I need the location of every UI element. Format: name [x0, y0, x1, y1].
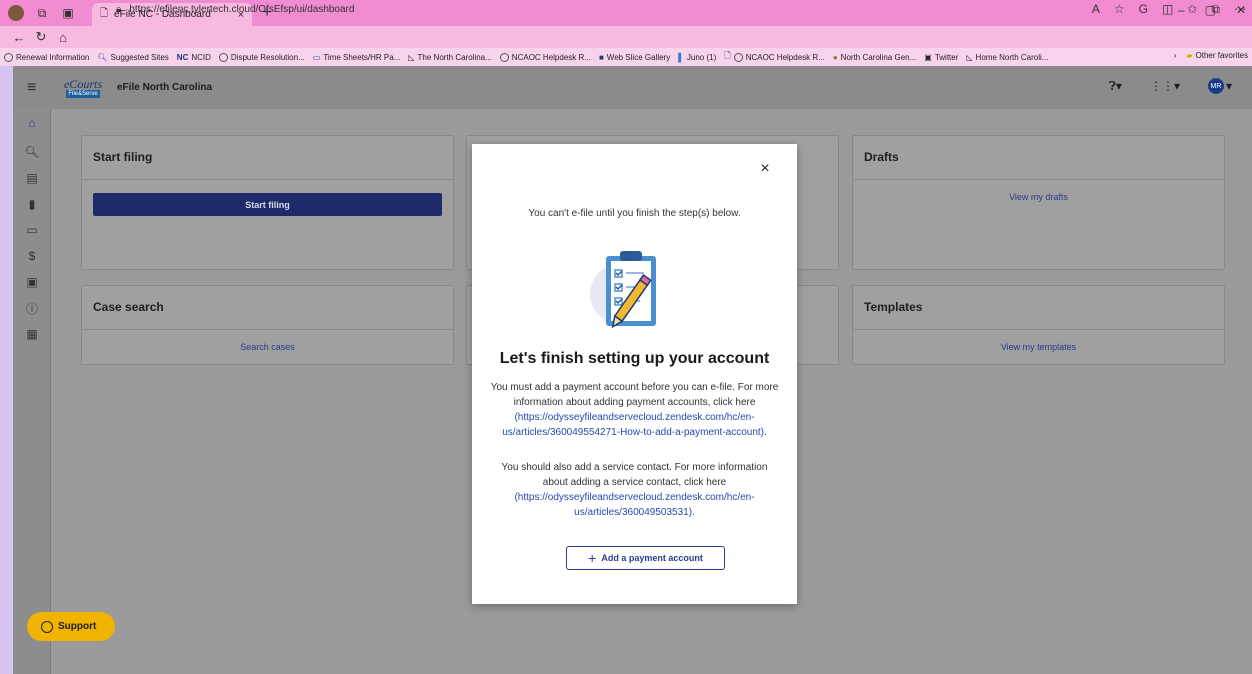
favorites-bar: Renewal Information 🔍︎ Suggested Sites NC…: [0, 48, 1252, 66]
lock-icon[interactable]: 🔒︎: [116, 4, 121, 15]
bookmark-item[interactable]: NCAOC Helpdesk R...: [499, 52, 591, 62]
folder-icon: ▰: [1186, 51, 1193, 60]
menu-icon[interactable]: ≡: [27, 79, 43, 97]
refresh-icon[interactable]: ↻: [30, 29, 52, 45]
ncid-icon: NC: [176, 52, 189, 62]
page-icon: [499, 52, 509, 62]
page-icon: 🗋: [100, 8, 109, 19]
plus-icon: +: [588, 550, 597, 566]
card-title: Templates: [853, 286, 1224, 330]
tab-actions-icon[interactable]: ▣: [60, 5, 76, 21]
nc-seal-icon: ●: [832, 52, 838, 62]
case-search-card: Case search Search cases: [81, 285, 454, 365]
extension-icon[interactable]: G: [1139, 2, 1148, 17]
checklist-illustration-icon: [590, 251, 656, 329]
payment-info-body: You must add a payment account before yo…: [490, 382, 779, 408]
search-icon: 🔍︎: [97, 52, 108, 62]
profile-avatar[interactable]: [8, 5, 24, 21]
app-title: eFile North Carolina: [117, 82, 213, 93]
twitter-icon: ▣: [924, 52, 932, 62]
payment-icon[interactable]: $: [24, 248, 40, 264]
home-icon[interactable]: ⌂: [52, 30, 74, 45]
page-icon: [218, 52, 228, 62]
service-contact-help-link[interactable]: (https://odysseyfileandservecloud.zendes…: [514, 492, 754, 518]
page-icon: [733, 52, 743, 62]
payment-info-text: You must add a payment account before yo…: [490, 380, 779, 440]
service-contact-text: You should also add a service contact. F…: [490, 460, 779, 520]
triangle-logo-icon: ◺: [408, 52, 415, 62]
ecourts-logo[interactable]: eCourts File&Serve: [59, 77, 107, 99]
juno-icon: ▌: [678, 52, 684, 62]
more-icon[interactable]: ⋯: [1234, 2, 1246, 17]
bookmark-item[interactable]: Dispute Resolution...: [218, 52, 305, 62]
back-icon[interactable]: ←: [8, 30, 30, 45]
search-cases-link[interactable]: Search cases: [82, 330, 453, 364]
bookmark-item[interactable]: 🔍︎ Suggested Sites: [97, 53, 168, 62]
add-payment-account-button[interactable]: + Add a payment account: [566, 546, 725, 570]
other-favorites[interactable]: ▰ Other favorites: [1186, 51, 1248, 60]
payment-help-link[interactable]: (https://odysseyfileandservecloud.zendes…: [502, 412, 767, 438]
web-slice-icon: ■: [598, 52, 604, 62]
url-text: https://efilenc.tylertech.cloud/OfsEfsp/…: [129, 4, 355, 15]
card-title: Start filing: [82, 136, 453, 180]
triangle-logo-icon: ◺: [966, 52, 973, 62]
bookmark-item[interactable]: ■ Web Slice Gallery: [599, 53, 670, 62]
workspaces-icon[interactable]: ⧉: [34, 5, 50, 21]
avatar: MR: [1207, 78, 1224, 94]
contacts-icon[interactable]: ▣: [24, 274, 40, 290]
chevron-right-icon[interactable]: ›: [1174, 51, 1177, 60]
browser-actions: A ☆ G ◫ ✩ ⧉ ⋯: [1092, 2, 1246, 17]
help-icon[interactable]: ❓︎▾: [1109, 79, 1122, 94]
timesheet-icon: ▭: [312, 52, 321, 62]
home-icon[interactable]: ⌂: [24, 115, 40, 131]
bookmark-item[interactable]: ▌ Juno (1): [678, 53, 716, 62]
info-icon[interactable]: ⓘ: [24, 300, 40, 316]
dialog-title: Let's finish setting up your account: [499, 350, 770, 367]
chevron-down-icon: ▾: [1225, 79, 1232, 93]
bookmark-item[interactable]: Renewal Information: [4, 52, 89, 62]
sidebar: ⌂ 🔍︎ ▤ ▮ ▭ $ ▣ ⓘ ▦: [13, 109, 51, 674]
url-field[interactable]: 🔒︎ https://efilenc.tylertech.cloud/OfsEf…: [116, 4, 354, 15]
start-filing-card: Start filing Click the START FILING butt…: [81, 135, 454, 270]
card-title: Case search: [82, 286, 453, 330]
bookmark-item[interactable]: ● North Carolina Gen...: [833, 53, 916, 62]
read-aloud-icon[interactable]: A: [1092, 2, 1100, 17]
templates-card: Templates View my templates: [852, 285, 1225, 365]
favorite-star-icon[interactable]: ☆: [1114, 2, 1125, 17]
chat-bubble-icon: [41, 620, 53, 633]
app-header: ≡ eCourts File&Serve eFile North Carolin…: [13, 66, 1252, 109]
collections-icon[interactable]: ⧉: [1211, 2, 1220, 17]
bookmark-item[interactable]: NC NCID: [177, 53, 211, 62]
user-menu[interactable]: MR ▾: [1207, 78, 1232, 94]
view-templates-link[interactable]: View my templates: [853, 330, 1224, 364]
view-drafts-link[interactable]: View my drafts: [853, 180, 1224, 214]
address-toolbar: ← ↻ ⌂: [0, 26, 1252, 48]
case-search-icon[interactable]: 🔍︎: [24, 144, 40, 160]
filings-icon[interactable]: ▤: [24, 170, 40, 186]
page-icon: [4, 52, 13, 62]
split-screen-icon[interactable]: ◫: [1162, 2, 1173, 17]
card-title: Drafts: [853, 136, 1224, 180]
dialog-intro: You can't e-file until you finish the st…: [528, 208, 741, 219]
bookmark-icon[interactable]: ▮: [24, 196, 40, 212]
support-button[interactable]: Support: [27, 612, 115, 641]
card-icon[interactable]: ▭: [24, 222, 40, 238]
service-contact-body: You should also add a service contact. F…: [501, 462, 768, 488]
apps-grid-icon[interactable]: ⋮⋮▾: [1150, 79, 1180, 93]
drafts-card: Drafts View my drafts: [852, 135, 1225, 270]
reports-icon[interactable]: ▦: [24, 326, 40, 342]
favorites-overflow: › ▰ Other favorites: [1174, 51, 1248, 60]
bookmark-item[interactable]: 🗋 NCAOC Helpdesk R...: [724, 50, 825, 64]
header-actions: ❓︎▾ ⋮⋮▾ MR ▾: [1109, 78, 1232, 94]
bookmark-item[interactable]: ▣ Twitter: [924, 53, 958, 62]
page-icon: 🗋: [724, 51, 731, 60]
bookmark-item[interactable]: ▭ Time Sheets/HR Pa...: [313, 53, 401, 62]
window-edge: [0, 66, 13, 674]
close-icon[interactable]: ×: [757, 160, 773, 178]
favorites-icon[interactable]: ✩: [1187, 2, 1197, 17]
bookmark-item[interactable]: ◺ Home North Caroli...: [966, 53, 1048, 62]
setup-account-dialog: × You can't e-file until you finish the …: [472, 144, 797, 604]
bookmark-item[interactable]: ◺ The North Carolina...: [408, 53, 491, 62]
start-filing-button[interactable]: Start filing: [93, 193, 442, 216]
